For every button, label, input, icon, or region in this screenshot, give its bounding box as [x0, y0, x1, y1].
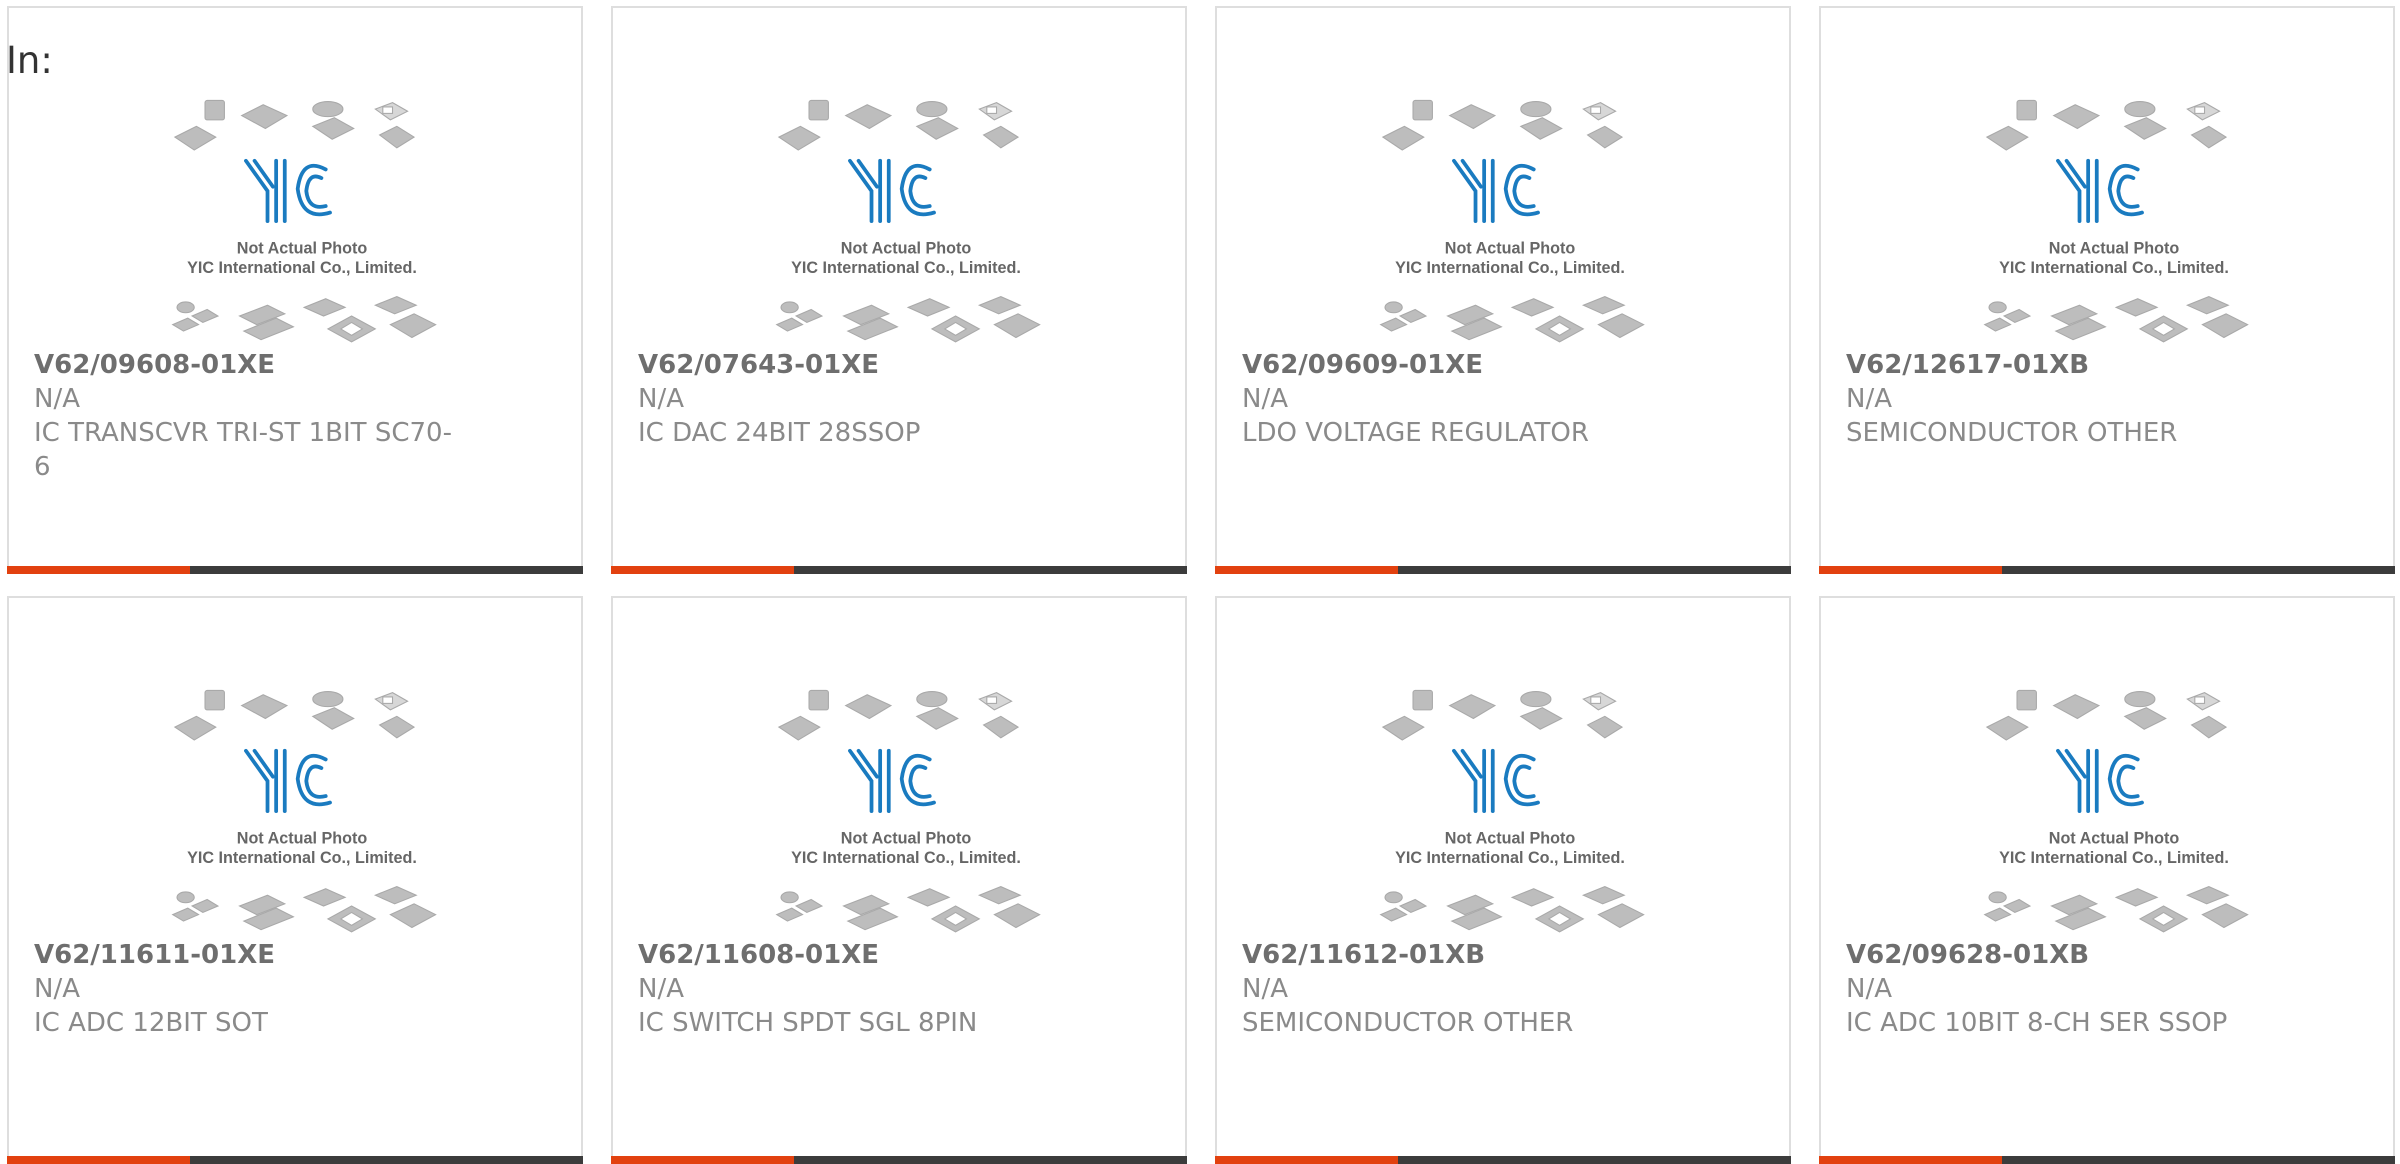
card-bottom-bar — [7, 566, 583, 574]
manufacturer: N/A — [34, 384, 80, 414]
product-card[interactable]: Not Actual Photo YIC International Co., … — [1215, 6, 1791, 574]
manufacturer: N/A — [638, 384, 684, 414]
product-card[interactable]: Not Actual Photo YIC International Co., … — [611, 596, 1187, 1164]
svg-text:Not Actual Photo: Not Actual Photo — [841, 829, 972, 847]
in-label: In: — [6, 39, 53, 82]
svg-text:YIC International Co., Limited: YIC International Co., Limited. — [1395, 259, 1625, 277]
card-bottom-bar — [1215, 1156, 1791, 1164]
svg-text:Not Actual Photo: Not Actual Photo — [841, 239, 972, 257]
card-accent-bar — [1215, 1156, 1398, 1164]
svg-text:YIC International Co., Limited: YIC International Co., Limited. — [1999, 849, 2229, 867]
svg-text:Not Actual Photo: Not Actual Photo — [237, 829, 368, 847]
part-number[interactable]: V62/11611-01XE — [34, 938, 474, 972]
card-bottom-bar — [1819, 566, 2395, 574]
product-card[interactable]: Not Actual Photo YIC International Co., … — [7, 596, 583, 1164]
product-card[interactable]: Not Actual Photo YIC International Co., … — [611, 6, 1187, 574]
product-placeholder-image: Not Actual Photo YIC International Co., … — [164, 94, 440, 344]
product-placeholder-image: Not Actual Photo YIC International Co., … — [1976, 684, 2252, 934]
manufacturer: N/A — [1242, 974, 1288, 1004]
svg-text:YIC International Co., Limited: YIC International Co., Limited. — [187, 849, 417, 867]
card-accent-bar — [611, 1156, 794, 1164]
description: SEMICONDUCTOR OTHER — [1846, 418, 2178, 448]
card-accent-bar — [611, 566, 794, 574]
part-number[interactable]: V62/11608-01XE — [638, 938, 1078, 972]
part-number[interactable]: V62/07643-01XE — [638, 348, 1078, 382]
card-accent-bar — [7, 1156, 190, 1164]
product-card[interactable]: Not Actual Photo YIC International Co., … — [1215, 596, 1791, 1164]
part-number[interactable]: V62/11612-01XB — [1242, 938, 1682, 972]
card-bottom-bar — [7, 1156, 583, 1164]
description: IC DAC 24BIT 28SSOP — [638, 418, 921, 448]
part-number[interactable]: V62/09628-01XB — [1846, 938, 2286, 972]
part-number[interactable]: V62/12617-01XB — [1846, 348, 2286, 382]
svg-text:YIC International Co., Limited: YIC International Co., Limited. — [187, 259, 417, 277]
card-accent-bar — [7, 566, 190, 574]
manufacturer: N/A — [1846, 384, 1892, 414]
card-bottom-bar — [611, 566, 1187, 574]
manufacturer: N/A — [638, 974, 684, 1004]
svg-text:Not Actual Photo: Not Actual Photo — [1445, 239, 1576, 257]
manufacturer: N/A — [1242, 384, 1288, 414]
svg-text:YIC International Co., Limited: YIC International Co., Limited. — [791, 849, 1021, 867]
card-accent-bar — [1215, 566, 1398, 574]
svg-text:YIC International Co., Limited: YIC International Co., Limited. — [1999, 259, 2229, 277]
product-placeholder-image: Not Actual Photo YIC International Co., … — [164, 684, 440, 934]
product-placeholder-image: Not Actual Photo YIC International Co., … — [1372, 684, 1648, 934]
card-accent-bar — [1819, 1156, 2002, 1164]
part-number[interactable]: V62/09608-01XE — [34, 348, 474, 382]
product-card[interactable]: Not Actual Photo YIC International Co., … — [1819, 6, 2395, 574]
product-placeholder-image: Not Actual Photo YIC International Co., … — [768, 94, 1044, 344]
svg-text:YIC International Co., Limited: YIC International Co., Limited. — [791, 259, 1021, 277]
description: LDO VOLTAGE REGULATOR — [1242, 418, 1589, 448]
svg-text:Not Actual Photo: Not Actual Photo — [2049, 829, 2180, 847]
description: SEMICONDUCTOR OTHER — [1242, 1008, 1574, 1038]
svg-text:Not Actual Photo: Not Actual Photo — [237, 239, 368, 257]
product-placeholder-image: Not Actual Photo YIC International Co., … — [1372, 94, 1648, 344]
description: IC ADC 10BIT 8-CH SER SSOP — [1846, 1008, 2228, 1038]
product-placeholder-image: Not Actual Photo YIC International Co., … — [768, 684, 1044, 934]
product-placeholder-image: Not Actual Photo YIC International Co., … — [1976, 94, 2252, 344]
manufacturer: N/A — [1846, 974, 1892, 1004]
svg-text:Not Actual Photo: Not Actual Photo — [1445, 829, 1576, 847]
card-bottom-bar — [611, 1156, 1187, 1164]
card-accent-bar — [1819, 566, 2002, 574]
description: IC TRANSCVR TRI-ST 1BIT SC70-6 — [34, 418, 452, 482]
product-card[interactable]: Not Actual Photo YIC International Co., … — [7, 6, 583, 574]
description: IC ADC 12BIT SOT — [34, 1008, 268, 1038]
manufacturer: N/A — [34, 974, 80, 1004]
svg-text:Not Actual Photo: Not Actual Photo — [2049, 239, 2180, 257]
svg-text:YIC International Co., Limited: YIC International Co., Limited. — [1395, 849, 1625, 867]
product-card[interactable]: Not Actual Photo YIC International Co., … — [1819, 596, 2395, 1164]
description: IC SWITCH SPDT SGL 8PIN — [638, 1008, 978, 1038]
card-bottom-bar — [1819, 1156, 2395, 1164]
card-bottom-bar — [1215, 566, 1791, 574]
part-number[interactable]: V62/09609-01XE — [1242, 348, 1682, 382]
